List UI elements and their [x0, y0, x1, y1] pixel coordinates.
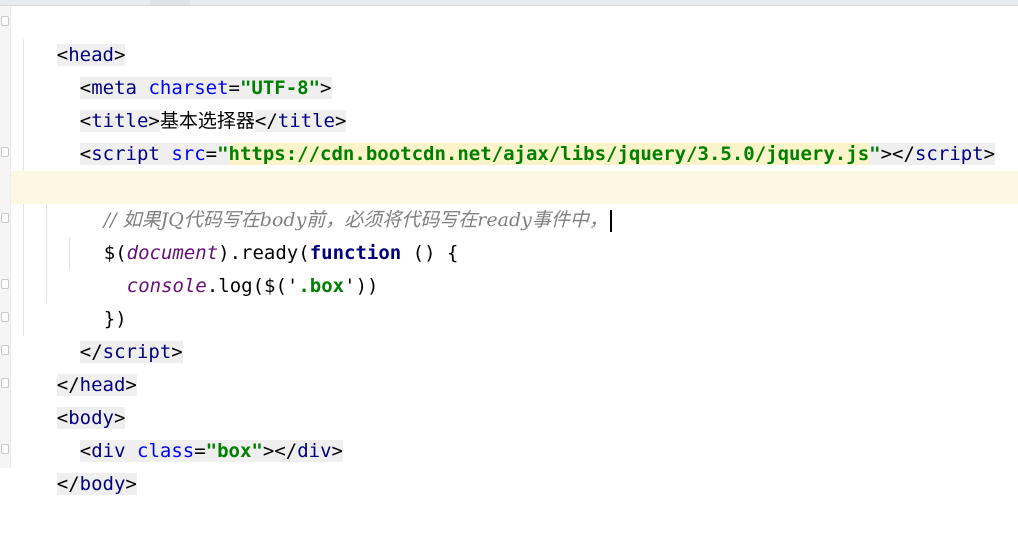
- fold-marker-script-end[interactable]: [1, 312, 9, 322]
- code-line-8[interactable]: console.log($('.box')): [11, 237, 1018, 297]
- fold-marker-body-end[interactable]: [1, 444, 9, 454]
- code-line-1[interactable]: <head>: [11, 6, 1018, 66]
- code-editor[interactable]: <head> <meta charset="UTF-8"> <title>基本选…: [11, 6, 1018, 495]
- code-line-10[interactable]: </script>: [11, 303, 1018, 363]
- fold-marker-script[interactable]: [1, 147, 9, 157]
- fold-marker-head-end[interactable]: [1, 345, 9, 355]
- code-line-7[interactable]: $(document).ready(function () {: [11, 204, 1018, 264]
- code-line-9[interactable]: }): [11, 270, 1018, 330]
- body-close-tag: </body>: [56, 473, 137, 495]
- fold-marker-function[interactable]: [1, 213, 9, 223]
- code-line-5[interactable]: <script>: [11, 138, 1018, 198]
- fold-marker-function-end[interactable]: [1, 279, 9, 289]
- code-line-4[interactable]: <script src="https://cdn.bootcdn.net/aja…: [11, 105, 1018, 165]
- code-line-14[interactable]: </body>: [11, 435, 1018, 495]
- tab-edge[interactable]: [150, 0, 190, 5]
- code-line-2[interactable]: <meta charset="UTF-8">: [11, 39, 1018, 99]
- editor-gutter[interactable]: [0, 6, 11, 468]
- fold-marker-head[interactable]: [1, 16, 9, 26]
- code-line-11[interactable]: </head>: [11, 336, 1018, 396]
- code-line-13[interactable]: <div class="box"></div>: [11, 402, 1018, 462]
- code-line-12[interactable]: <body>: [11, 369, 1018, 429]
- code-line-6-current[interactable]: // 如果JQ代码写在body前，必须将代码写在ready事件中，: [11, 171, 1018, 232]
- code-line-3[interactable]: <title>基本选择器</title>: [11, 72, 1018, 132]
- fold-marker-body[interactable]: [1, 378, 9, 388]
